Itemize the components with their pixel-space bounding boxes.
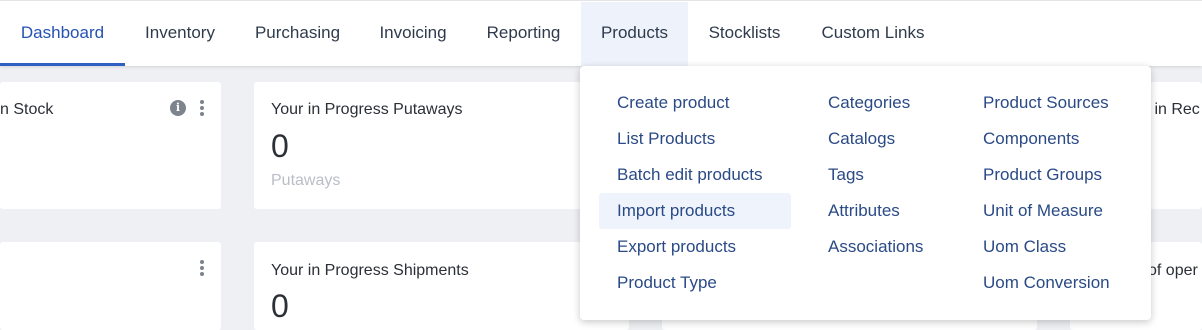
card-bottom-left — [0, 242, 221, 330]
tab-products[interactable]: Products — [581, 2, 688, 66]
top-nav: Dashboard Inventory Purchasing Invoicing… — [0, 0, 1202, 66]
info-icon[interactable]: i — [170, 100, 186, 116]
card-title: n Stock — [0, 101, 54, 118]
menu-item-list-products[interactable]: List Products — [599, 121, 791, 157]
card-shipments: Your in Progress Shipments 0 — [254, 242, 629, 330]
card-title: of oper — [1148, 262, 1198, 279]
tab-dashboard[interactable]: Dashboard — [0, 2, 125, 66]
menu-item-import-products[interactable]: Import products — [599, 193, 791, 229]
menu-item-uom-conversion[interactable]: Uom Conversion — [983, 265, 1110, 301]
menu-item-batch-edit-products[interactable]: Batch edit products — [599, 157, 791, 193]
card-value: 0 — [271, 128, 289, 164]
card-subtitle: Putaways — [271, 172, 341, 189]
kebab-menu-icon[interactable] — [200, 100, 204, 116]
tab-invoicing[interactable]: Invoicing — [360, 2, 466, 66]
menu-item-unit-of-measure[interactable]: Unit of Measure — [983, 193, 1103, 229]
menu-item-product-sources[interactable]: Product Sources — [983, 85, 1109, 121]
tab-reporting[interactable]: Reporting — [466, 2, 581, 66]
tab-purchasing[interactable]: Purchasing — [235, 2, 360, 66]
card-title: Your in Progress Shipments — [271, 262, 469, 279]
menu-item-export-products[interactable]: Export products — [599, 229, 791, 265]
tab-inventory[interactable]: Inventory — [125, 2, 235, 66]
menu-item-product-type[interactable]: Product Type — [599, 265, 791, 301]
menu-item-components[interactable]: Components — [983, 121, 1079, 157]
card-in-stock: n Stock i — [0, 82, 221, 209]
card-putaways: Your in Progress Putaways 0 Putaways — [254, 82, 599, 209]
menu-item-attributes[interactable]: Attributes — [828, 193, 900, 229]
tab-stocklists[interactable]: Stocklists — [688, 2, 801, 66]
card-title: Your in Progress Putaways — [271, 101, 463, 118]
menu-item-catalogs[interactable]: Catalogs — [828, 121, 895, 157]
menu-item-tags[interactable]: Tags — [828, 157, 864, 193]
menu-item-categories[interactable]: Categories — [828, 85, 910, 121]
card-value: 0 — [271, 288, 289, 324]
tab-custom-links[interactable]: Custom Links — [801, 2, 945, 66]
kebab-menu-icon[interactable] — [200, 260, 204, 276]
menu-item-associations[interactable]: Associations — [828, 229, 923, 265]
menu-item-product-groups[interactable]: Product Groups — [983, 157, 1102, 193]
products-dropdown-menu: Create product List Products Batch edit … — [580, 66, 1151, 320]
menu-item-create-product[interactable]: Create product — [599, 85, 791, 121]
menu-item-uom-class[interactable]: Uom Class — [983, 229, 1066, 265]
